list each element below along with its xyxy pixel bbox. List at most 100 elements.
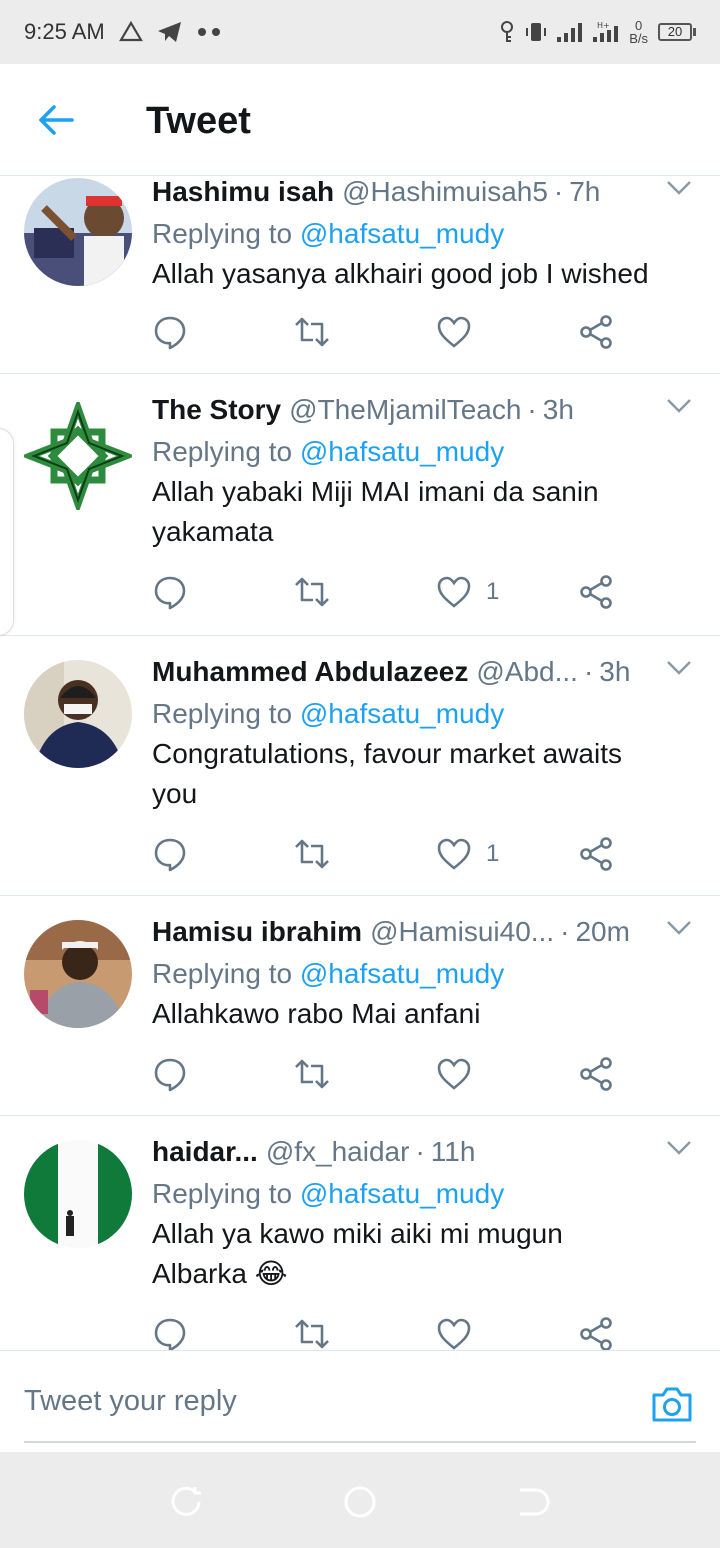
tweet-actions xyxy=(152,1056,700,1096)
separator-dot: · xyxy=(415,1136,425,1167)
user-handle[interactable]: @Abd... xyxy=(476,656,578,688)
caret-down-icon[interactable] xyxy=(666,920,692,936)
replying-label: Replying to xyxy=(152,698,293,729)
tweet-text: Allah yasanya alkhairi good job I wished xyxy=(152,258,649,289)
caret-down-icon[interactable] xyxy=(666,660,692,676)
replying-to: Replying to @hafsatu_mudy xyxy=(152,1178,700,1210)
replying-to: Replying to @hafsatu_mudy xyxy=(152,218,700,250)
like-icon[interactable] xyxy=(436,836,472,872)
reply-icon[interactable] xyxy=(152,314,188,350)
replying-label: Replying to xyxy=(152,218,293,249)
tweet-actions: 1 xyxy=(152,836,700,876)
tweet-actions: 1 xyxy=(152,574,700,614)
recent-apps-icon[interactable] xyxy=(168,1484,204,1520)
back-arrow-icon[interactable] xyxy=(36,102,76,138)
like-count: 1 xyxy=(486,578,500,605)
user-name[interactable]: Hamisu ibrahim xyxy=(152,916,362,948)
user-handle[interactable]: @Hashimuisah5 xyxy=(342,176,548,208)
tweet-actions xyxy=(152,314,700,354)
avatar[interactable] xyxy=(24,1140,132,1248)
separator-dot: · xyxy=(583,656,594,687)
user-name[interactable]: The Story xyxy=(152,394,281,426)
tweet-item[interactable]: The Story @TheMjamilTeach · 3h Replying … xyxy=(0,374,720,636)
caret-down-icon[interactable] xyxy=(666,1140,692,1156)
user-name[interactable]: Hashimu isah xyxy=(152,176,334,208)
edge-panel-handle[interactable] xyxy=(0,428,14,636)
avatar[interactable] xyxy=(24,920,132,1028)
reply-mention-link[interactable]: @hafsatu_mudy xyxy=(300,1178,504,1209)
avatar[interactable] xyxy=(24,402,132,510)
app-header: Tweet xyxy=(0,64,720,176)
status-bar: 9:25 AM H+ 0 B/s 20 xyxy=(0,0,720,64)
tweet-text: Congratulations, favour market awaits yo… xyxy=(152,738,622,809)
replying-to: Replying to @hafsatu_mudy xyxy=(152,698,700,730)
tweet-time: 3h xyxy=(599,656,631,687)
reply-icon[interactable] xyxy=(152,836,188,872)
retweet-icon[interactable] xyxy=(294,314,330,350)
home-icon[interactable] xyxy=(342,1484,378,1520)
user-name[interactable]: haidar... xyxy=(152,1136,258,1168)
separator-dot: · xyxy=(527,394,537,425)
drive-icon xyxy=(118,21,143,42)
camera-icon[interactable] xyxy=(650,1385,694,1423)
tweet-text: Allah yabaki Miji MAI imani da sanin yak… xyxy=(152,476,599,547)
reply-feed[interactable]: Hashimu isah @Hashimuisah5 · 7h Replying… xyxy=(0,176,720,1350)
network-speed: 0 B/s xyxy=(629,19,648,45)
retweet-icon[interactable] xyxy=(294,1316,330,1350)
reply-mention-link[interactable]: @hafsatu_mudy xyxy=(300,436,504,467)
tweet-item[interactable]: Muhammed Abdulazeez @Abd... · 3h Replyin… xyxy=(0,636,720,896)
retweet-icon[interactable] xyxy=(294,574,330,610)
reply-mention-link[interactable]: @hafsatu_mudy xyxy=(300,698,504,729)
tweet-time: 3h xyxy=(542,394,574,425)
avatar[interactable] xyxy=(24,660,132,768)
key-icon xyxy=(501,21,514,42)
avatar[interactable] xyxy=(24,178,132,286)
tweet-time: 11h xyxy=(430,1136,476,1167)
signal-icon-1 xyxy=(557,23,583,42)
like-icon[interactable] xyxy=(436,314,472,350)
signal-icon-2: H+ xyxy=(593,21,619,42)
tweet-time: 7h xyxy=(569,176,601,207)
network-speed-unit: B/s xyxy=(629,31,648,46)
tweet-item[interactable]: haidar... @fx_haidar · 11h Replying to @… xyxy=(0,1116,720,1350)
back-icon[interactable] xyxy=(516,1484,552,1520)
user-handle[interactable]: @Hamisui40... xyxy=(370,916,554,948)
like-icon[interactable] xyxy=(436,1316,472,1350)
vibrate-icon xyxy=(526,23,547,41)
reply-mention-link[interactable]: @hafsatu_mudy xyxy=(300,218,504,249)
reply-icon[interactable] xyxy=(152,1056,188,1092)
user-name[interactable]: Muhammed Abdulazeez xyxy=(152,656,468,688)
tweet-text: Allah ya kawo miki aiki mi mugun Albarka… xyxy=(152,1218,563,1289)
tweet-item[interactable]: Hamisu ibrahim @Hamisui40... · 20m Reply… xyxy=(0,896,720,1116)
retweet-icon[interactable] xyxy=(294,836,330,872)
reply-mention-link[interactable]: @hafsatu_mudy xyxy=(300,958,504,989)
status-time: 9:25 AM xyxy=(24,19,105,44)
replying-label: Replying to xyxy=(152,1178,293,1209)
battery-level: 20 xyxy=(658,23,692,41)
like-icon[interactable] xyxy=(436,574,472,610)
reply-input[interactable] xyxy=(24,1385,584,1418)
retweet-icon[interactable] xyxy=(294,1056,330,1092)
tweet-actions xyxy=(152,1316,700,1350)
share-icon[interactable] xyxy=(578,314,614,350)
tweet-time: 20m xyxy=(575,916,630,947)
telegram-icon xyxy=(157,22,181,42)
tweet-item[interactable]: Hashimu isah @Hashimuisah5 · 7h Replying… xyxy=(0,176,720,374)
caret-down-icon[interactable] xyxy=(666,398,692,414)
user-handle[interactable]: @TheMjamilTeach xyxy=(289,394,521,426)
reply-icon[interactable] xyxy=(152,1316,188,1350)
battery-icon: 20 xyxy=(658,23,696,41)
separator-dot: · xyxy=(560,916,570,947)
reply-icon[interactable] xyxy=(152,574,188,610)
share-icon[interactable] xyxy=(578,1056,614,1092)
share-icon[interactable] xyxy=(578,836,614,872)
share-icon[interactable] xyxy=(578,1316,614,1350)
reply-composer xyxy=(0,1350,720,1452)
page-title: Tweet xyxy=(146,100,251,142)
like-icon[interactable] xyxy=(436,1056,472,1092)
user-handle[interactable]: @fx_haidar xyxy=(266,1136,410,1168)
system-navigation-bar xyxy=(0,1452,720,1548)
caret-down-icon[interactable] xyxy=(666,180,692,196)
more-notifications-icon xyxy=(197,28,220,36)
share-icon[interactable] xyxy=(578,574,614,610)
